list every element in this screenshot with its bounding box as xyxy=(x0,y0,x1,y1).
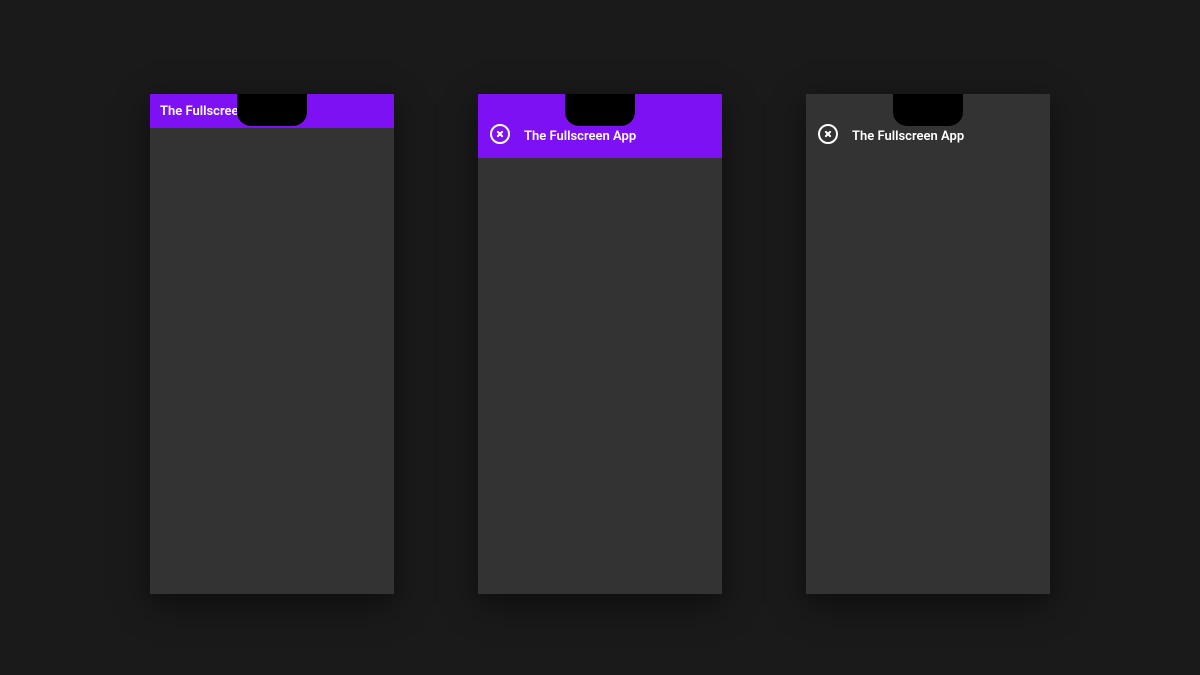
close-circle-icon[interactable] xyxy=(490,124,510,144)
device-notch xyxy=(237,94,307,126)
phone-mockup-3: The Fullscreen App xyxy=(806,94,1050,594)
app-title: The Fullscreen xyxy=(160,104,240,119)
app-title: The Fullscreen App xyxy=(524,129,636,144)
device-notch xyxy=(893,94,963,126)
stage: The Fullscreen The Fullscreen App The Fu… xyxy=(0,0,1200,675)
device-notch xyxy=(565,94,635,126)
phone-mockup-2: The Fullscreen App xyxy=(478,94,722,594)
phone-mockup-1: The Fullscreen xyxy=(150,94,394,594)
app-title: The Fullscreen App xyxy=(852,129,964,144)
close-circle-icon[interactable] xyxy=(818,124,838,144)
